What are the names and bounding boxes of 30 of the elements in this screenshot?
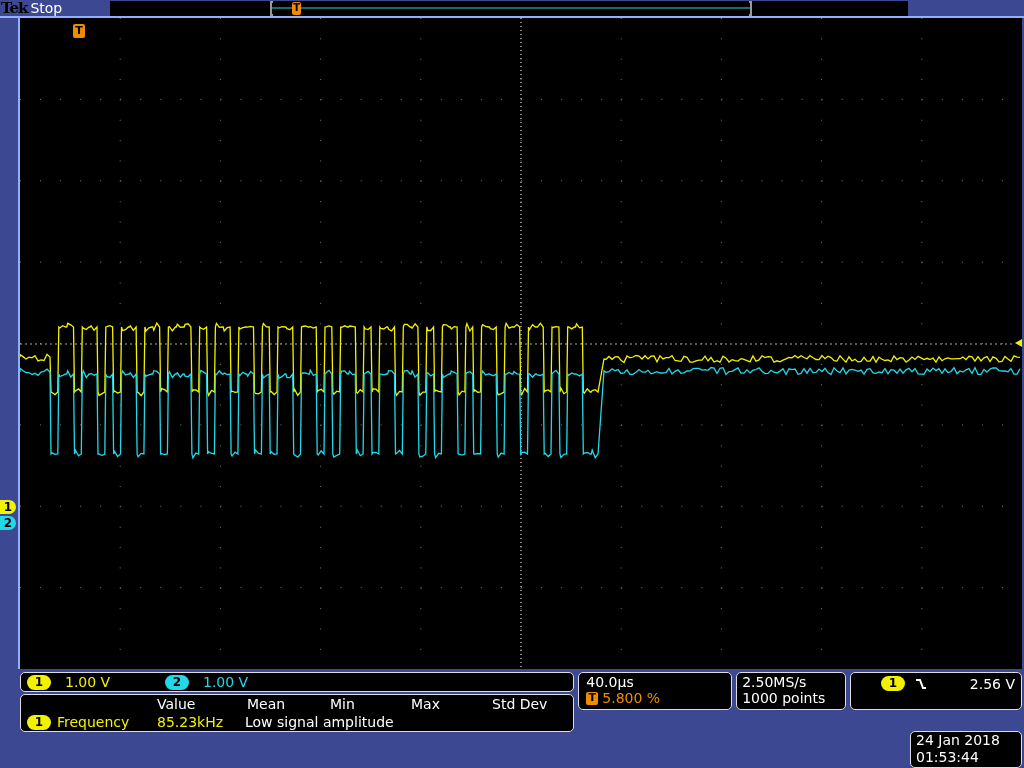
measurement-value: 85.23kHz (157, 714, 225, 730)
channel-badge[interactable]: 1 (27, 674, 51, 690)
column-header: Min (330, 696, 355, 712)
record-length: 1000 points (742, 690, 827, 706)
trigger-icon: T (586, 691, 599, 705)
trigger-level: 2.56 V (969, 676, 1015, 692)
measurement-note: Low signal amplitude (245, 714, 394, 730)
trigger-level-icon (1015, 339, 1022, 347)
channel-badge: 1 (27, 714, 51, 730)
channel-marker[interactable]: 2 (0, 516, 16, 530)
sample-rate: 2.50MS/s (742, 674, 808, 690)
acquisition-state: Stop (30, 0, 63, 16)
falling-edge-icon (915, 678, 927, 690)
trigger-position-marker: T (73, 24, 85, 38)
channel-marker[interactable]: 1 (0, 500, 16, 514)
vertical-scale: 1.00 V (203, 674, 250, 690)
time: 01:53:44 (916, 749, 980, 766)
time-scale: 40.0µs (586, 674, 635, 690)
column-header: Value (157, 696, 196, 712)
column-header: Std Dev (492, 696, 548, 712)
column-header: Mean (247, 696, 286, 712)
trigger-position-marker: T (292, 1, 302, 15)
brand-logo: Tek (1, 0, 28, 16)
date: 24 Jan 2018 (916, 732, 1001, 749)
vertical-scale: 1.00 V (65, 674, 112, 690)
column-header: Max (411, 696, 440, 712)
channel-badge: 1 (881, 676, 905, 691)
trigger-position: 5.800 % (602, 690, 661, 706)
measurement-name: Frequency (57, 714, 131, 730)
channel-badge[interactable]: 2 (165, 674, 189, 690)
